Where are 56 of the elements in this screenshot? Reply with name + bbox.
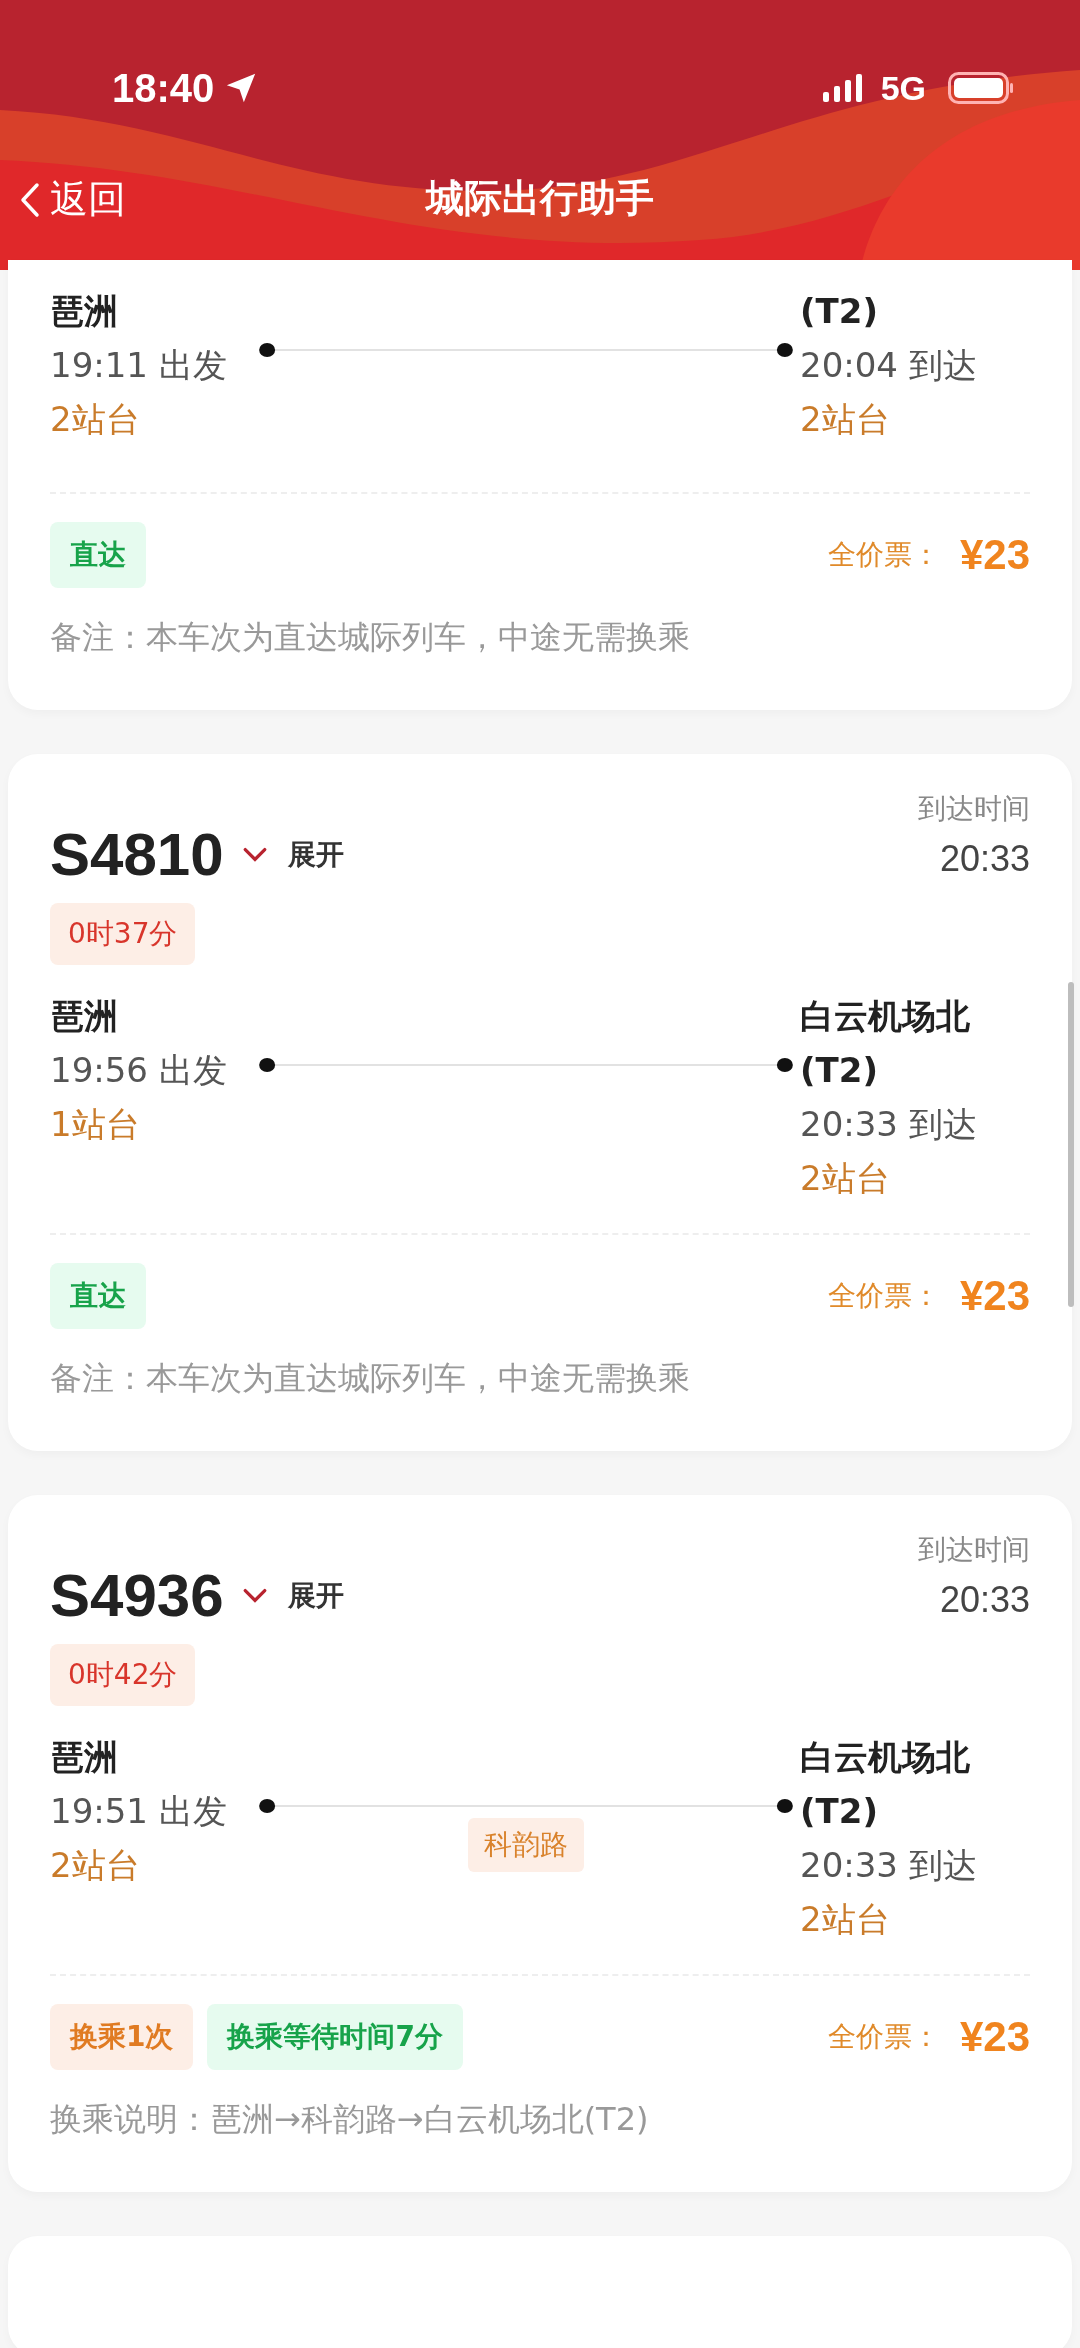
arrival-label: 到达时间: [918, 791, 1030, 827]
platform-label: 2站台: [800, 398, 891, 441]
battery-icon: [948, 72, 1014, 104]
departure-station: 琶洲: [50, 995, 119, 1038]
arrival-time: 20:33: [939, 1579, 1030, 1621]
platform-label: 2站台: [800, 1898, 891, 1941]
arrival-time: 20:33 到达: [800, 1844, 978, 1887]
train-card[interactable]: 琶洲 19:11 出发 2站台 (T2) 20:04 到达 2站台 直达 全价票： ¥23 备注：本车次为直达城际列车，中途无需换乘: [8, 260, 1072, 710]
arrival-station: 白云机场北: [800, 1736, 971, 1779]
price-label: 全价票：: [827, 1278, 940, 1314]
price-value: ¥23: [959, 1272, 1030, 1320]
signal-icon: [822, 74, 863, 102]
duration-tag: 0时42分: [50, 1644, 196, 1706]
route-tag: 换乘1次: [50, 2004, 194, 2070]
arrival-station: (T2): [800, 290, 879, 333]
note-text: 备注：本车次为直达城际列车，中途无需换乘: [50, 617, 691, 658]
route-tag: 换乘等待时间7分: [207, 2004, 463, 2070]
platform-label: 2站台: [50, 1844, 141, 1887]
via-station-tag: 科韵路: [468, 1818, 584, 1872]
platform-label: 2站台: [50, 398, 141, 441]
duration-tag: 0时37分: [50, 903, 196, 965]
arrival-time: 20:04 到达: [800, 344, 978, 387]
platform-label: 2站台: [800, 1157, 891, 1200]
departure-time: 19:51 出发: [50, 1790, 228, 1833]
arrival-time: 20:33 到达: [800, 1103, 978, 1146]
expand-link[interactable]: 展开: [287, 1576, 344, 1615]
back-button[interactable]: 返回: [16, 170, 130, 229]
expand-link[interactable]: 展开: [287, 835, 344, 874]
arrival-label: 到达时间: [918, 1532, 1030, 1568]
arrival-time: 20:33: [939, 838, 1030, 880]
departure-time: 19:11 出发: [50, 344, 228, 387]
price-value: ¥23: [959, 531, 1030, 579]
page-title: 城际出行助手: [426, 174, 654, 222]
note-text: 换乘说明：琶洲→科韵路→白云机场北(T2): [50, 2099, 650, 2140]
caret-icon[interactable]: [241, 845, 268, 864]
status-time: 18:40: [112, 65, 215, 111]
departure-station: 琶洲: [50, 1736, 119, 1779]
train-number: S4810: [50, 820, 224, 889]
back-chevron-icon[interactable]: [20, 181, 40, 218]
arrival-station: (T2): [800, 1049, 879, 1092]
route-tag: 直达: [50, 1263, 146, 1329]
platform-label: 1站台: [50, 1103, 141, 1146]
note-text: 备注：本车次为直达城际列车，中途无需换乘: [50, 1358, 691, 1399]
train-card[interactable]: S4936 展开 到达时间 20:33 0时42分 琶洲 19:51 出发 2站台 科韵路 白云机场北 (T2) 20:33 到达 2站台 换乘1次 换乘等待时间7分 全价票： ¥23 换乘说明：琶洲→科韵路→白云机场北(T2): [8, 1495, 1072, 2192]
arrival-station: (T2): [800, 1790, 879, 1833]
caret-icon[interactable]: [241, 1586, 268, 1605]
departure-time: 19:56 出发: [50, 1049, 228, 1092]
price-value: ¥23: [959, 2013, 1030, 2061]
network-label: 5G: [880, 68, 926, 108]
train-card[interactable]: S4810 展开 到达时间 20:33 0时37分 琶洲 19:56 出发 1站台 白云机场北 (T2) 20:33 到达 2站台 直达 全价票： ¥23 备注：本车次为直达城际列车，中途无需换乘: [8, 754, 1072, 1451]
arrival-station: 白云机场北: [800, 995, 971, 1038]
price-label: 全价票：: [827, 537, 940, 573]
train-number: S4936: [50, 1561, 224, 1630]
price-label: 全价票：: [827, 2019, 940, 2055]
departure-station: 琶洲: [50, 290, 119, 333]
route-tag: 直达: [50, 522, 146, 588]
